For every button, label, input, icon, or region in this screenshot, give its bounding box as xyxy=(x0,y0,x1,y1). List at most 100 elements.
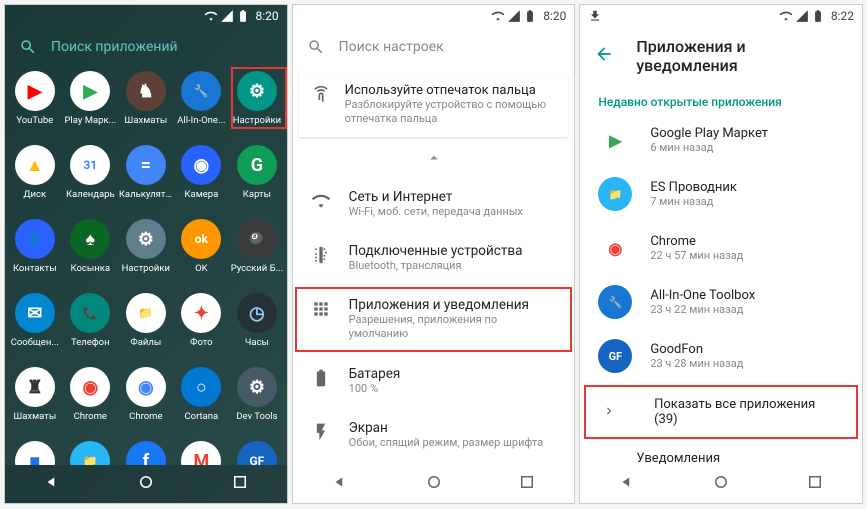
app-label: Русский Б... xyxy=(231,263,283,274)
app-icon-facebook[interactable]: f Facebook xyxy=(118,441,174,465)
app-icon-настройки[interactable]: ⚙ Настройки xyxy=(229,71,285,145)
nav-back-icon[interactable] xyxy=(618,473,636,495)
app-icon-dev-tools[interactable]: ⚙ Dev Tools xyxy=(229,367,285,441)
app-glyph-icon: ⚙ xyxy=(126,219,166,259)
app-glyph-icon: ok xyxy=(181,219,221,259)
settings-list: Используйте отпечаток пальца Разблокируй… xyxy=(293,67,575,465)
nav-home-icon[interactable] xyxy=(425,473,443,495)
recent-app-1[interactable]: 📁 ES Проводник 7 мин назад xyxy=(580,167,862,221)
nav-bar xyxy=(293,465,575,503)
app-label: Chrome xyxy=(129,411,162,422)
app-icon-youtube[interactable]: ▶ YouTube xyxy=(7,71,63,145)
app-icon-карты[interactable]: G Карты xyxy=(229,145,285,219)
nav-recent-icon[interactable] xyxy=(518,473,536,495)
app-icon-календарь[interactable]: 31 Календарь xyxy=(63,145,119,219)
app-glyph-icon: M xyxy=(181,441,221,465)
setting-item-4[interactable]: Экран Обои, спящий режим, размер шрифта xyxy=(293,408,575,462)
search-placeholder: Поиск настроек xyxy=(339,39,444,55)
app-glyph-icon: ◷ xyxy=(237,293,277,333)
back-button[interactable] xyxy=(594,44,614,68)
app-icon-es-провод-[interactable]: 📁 ES Провод... xyxy=(63,441,119,465)
app-label: Cortana xyxy=(184,411,218,422)
app-icon-диск[interactable]: ▲ Диск xyxy=(7,145,63,219)
app-icon-all-in-one-[interactable]: 🔧 All-In-One... xyxy=(174,71,230,145)
app-glyph-icon: ♠ xyxy=(70,219,110,259)
app-glyph-icon: f xyxy=(126,441,166,465)
nav-recent-icon[interactable] xyxy=(231,473,249,495)
app-icon-chrome[interactable]: ◉ Chrome xyxy=(63,367,119,441)
setting-item-1[interactable]: Подключенные устройства Bluetooth, транс… xyxy=(293,231,575,285)
recent-app-3[interactable]: 🔧 All-In-One Toolbox 23 ч 22 мин назад xyxy=(580,275,862,329)
notifications-title: Уведомления xyxy=(636,451,844,465)
app-label: Календарь xyxy=(66,189,115,200)
app-icon-cortana[interactable]: ○ Cortana xyxy=(174,367,230,441)
app-label: Файлы xyxy=(130,337,161,348)
app-search-bar[interactable]: Поиск приложений xyxy=(5,27,287,67)
app-glyph-icon: ♞ xyxy=(126,71,166,111)
fingerprint-card[interactable]: Используйте отпечаток пальца Разблокируй… xyxy=(299,73,569,137)
app-icon-камера[interactable]: ◉ Камера xyxy=(174,145,230,219)
setting-item-5[interactable]: Звук Звук, вибрация, режим «Не беспокоит… xyxy=(293,462,575,465)
app-icon-шахматы[interactable]: ♜ Шахматы xyxy=(7,367,63,441)
setting-item-2[interactable]: Приложения и уведомления Разрешения, при… xyxy=(293,285,575,354)
wifi-icon xyxy=(204,9,218,23)
show-all-apps-button[interactable]: Показать все приложения (39) xyxy=(584,385,858,439)
app-glyph-icon: 🔧 xyxy=(181,71,221,111)
setting-sub: Wi-Fi, моб. сети, передача данных xyxy=(349,205,523,219)
app-icon-ok[interactable]: ok OK xyxy=(174,219,230,293)
app-icon-контакты[interactable]: 👤 Контакты xyxy=(7,219,63,293)
app-icon-часы[interactable]: ◷ Часы xyxy=(229,293,285,367)
recent-app-2[interactable]: ◉ Chrome 22 ч 57 мин назад xyxy=(580,221,862,275)
screen-title: Приложения и уведомления xyxy=(636,37,848,75)
app-icon-косынка[interactable]: ♠ Косынка xyxy=(63,219,119,293)
settings-search-bar[interactable]: Поиск настроек xyxy=(293,27,575,67)
recent-app-4[interactable]: GF GoodFon 23 ч 28 мин назад xyxy=(580,329,862,383)
app-label: Шахматы xyxy=(13,411,56,422)
setting-item-0[interactable]: Сеть и Интернет Wi-Fi, моб. сети, переда… xyxy=(293,177,575,231)
app-icon-телефон[interactable]: 📞 Телефон xyxy=(63,293,119,367)
setting-icon xyxy=(311,368,331,388)
status-bar: 8:22 xyxy=(580,5,862,27)
app-icon-goodfon[interactable]: GF GoodFon xyxy=(229,441,285,465)
nav-recent-icon[interactable] xyxy=(806,473,824,495)
nav-home-icon[interactable] xyxy=(137,473,155,495)
app-icon-файлы[interactable]: 📁 Файлы xyxy=(118,293,174,367)
phone-settings: 8:20 Поиск настроек Используйте отпечато… xyxy=(292,4,576,504)
app-icon-русский-б-[interactable]: 🎱 Русский Б... xyxy=(229,219,285,293)
notifications-item[interactable]: Уведомления Включены для всех приложений xyxy=(580,441,862,465)
show-all-label: Показать все приложения (39) xyxy=(654,397,840,427)
app-icon-play-марк-[interactable]: ▶ Play Марк... xyxy=(63,71,119,145)
setting-item-3[interactable]: Батарея 100 % xyxy=(293,354,575,408)
app-icon-калькулят-[interactable]: = Калькулят... xyxy=(118,145,174,219)
app-glyph-icon: ◉ xyxy=(70,367,110,407)
app-glyph-icon: 📁 xyxy=(70,441,110,465)
screen-header: Приложения и уведомления xyxy=(580,27,862,85)
recent-app-time: 7 мин назад xyxy=(650,195,737,208)
nav-back-icon[interactable] xyxy=(43,473,61,495)
collapse-button[interactable] xyxy=(293,143,575,177)
setting-icon xyxy=(311,299,331,319)
app-icon-сообщен-[interactable]: ✉ Сообщен... xyxy=(7,293,63,367)
recent-app-0[interactable]: ▶ Google Play Маркет 6 мин назад xyxy=(580,113,862,167)
wifi-icon xyxy=(491,9,505,23)
status-bar: 8:20 xyxy=(5,5,287,27)
recent-app-time: 6 мин назад xyxy=(650,141,768,154)
apps-content: Недавно открытые приложения ▶ Google Pla… xyxy=(580,85,862,465)
app-icon-настройки[interactable]: ⚙ Настройки xyxy=(118,219,174,293)
app-icon-gmail[interactable]: M Gmail xyxy=(174,441,230,465)
nav-home-icon[interactable] xyxy=(712,473,730,495)
app-icon-шахматы[interactable]: ♞ Шахматы xyxy=(118,71,174,145)
nav-back-icon[interactable] xyxy=(331,473,349,495)
app-icon-duo[interactable]: ■ Duo xyxy=(7,441,63,465)
app-label: Шахматы xyxy=(124,115,167,126)
app-icon-chrome[interactable]: ◉ Chrome xyxy=(118,367,174,441)
app-icon-фото[interactable]: ✦ Фото xyxy=(174,293,230,367)
app-label: Часы xyxy=(245,337,269,348)
search-placeholder: Поиск приложений xyxy=(51,39,178,55)
app-label: Dev Tools xyxy=(236,411,277,422)
app-glyph-icon: = xyxy=(126,145,166,185)
app-glyph-icon: GF xyxy=(237,441,277,465)
app-glyph-icon: G xyxy=(237,145,277,185)
app-label: Настройки xyxy=(233,115,281,126)
setting-sub: 100 % xyxy=(349,382,401,396)
